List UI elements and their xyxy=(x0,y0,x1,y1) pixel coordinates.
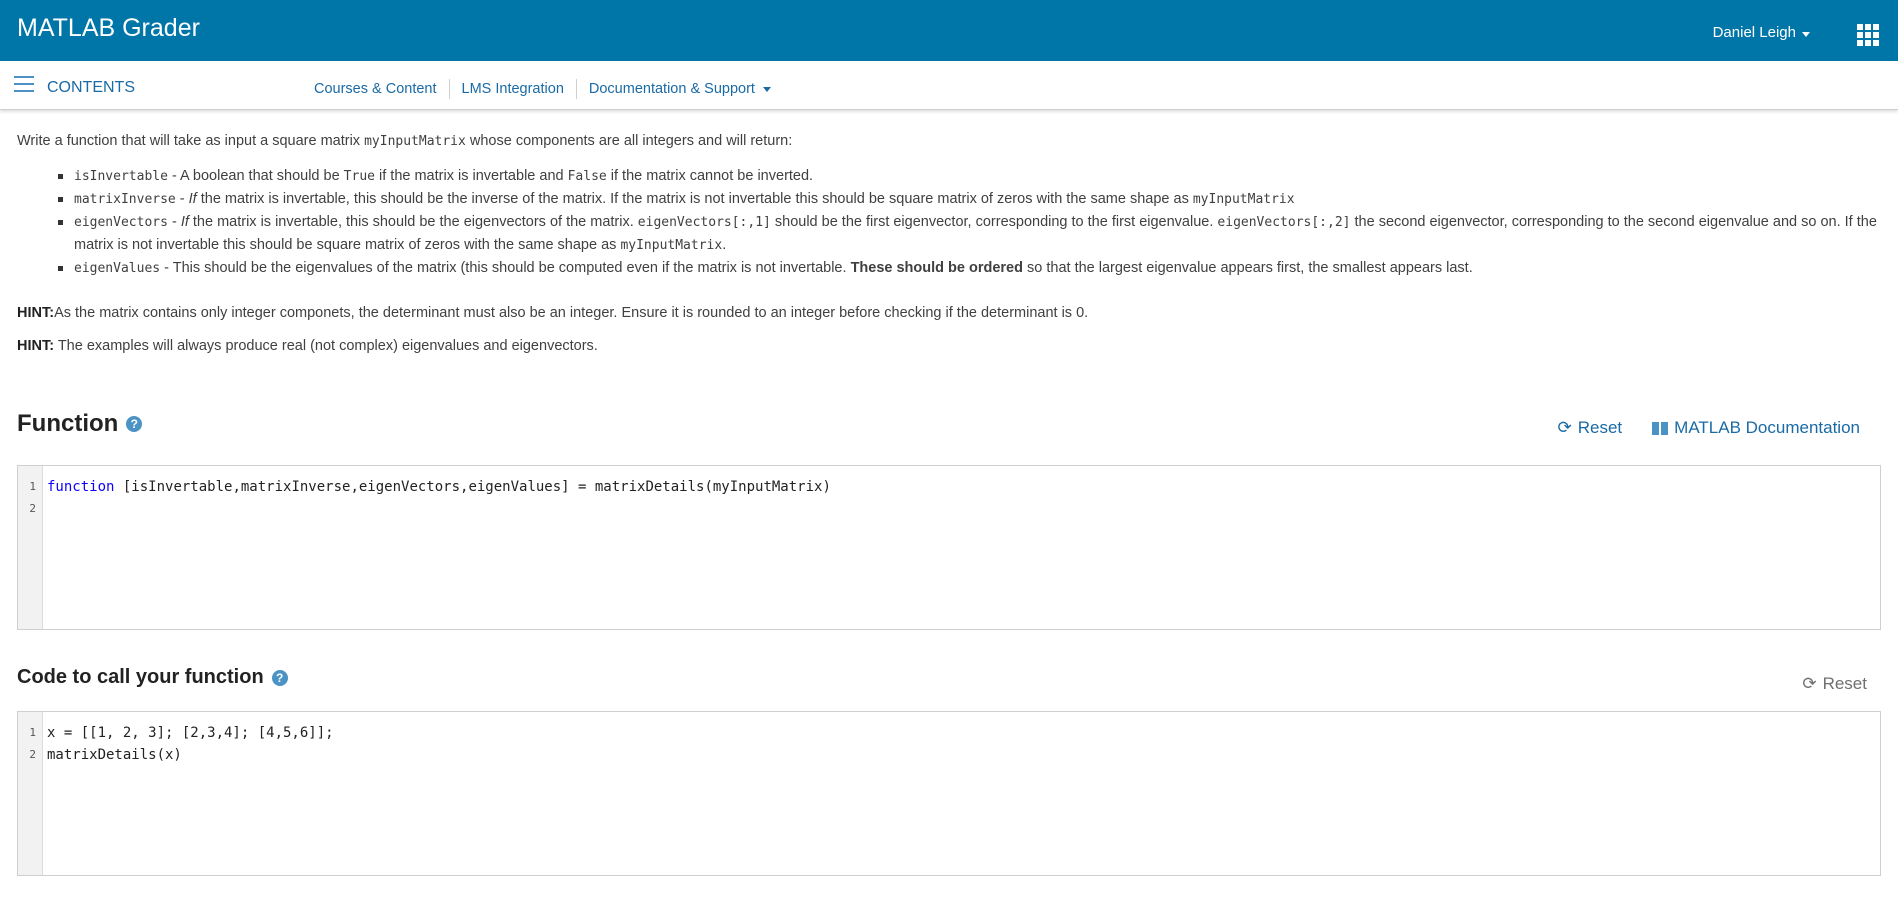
function-actions: ⟳ Reset MATLAB Documentation xyxy=(1558,418,1861,438)
nav-link-courses[interactable]: Courses & Content xyxy=(302,79,450,99)
function-code[interactable]: function [isInvertable,matrixInverse,eig… xyxy=(43,466,831,629)
nav-links: Courses & Content LMS Integration Docume… xyxy=(302,79,783,99)
hint-1: HINT:As the matrix contains only integer… xyxy=(17,305,1089,321)
nav-link-documentation-label[interactable]: Documentation & Support xyxy=(589,79,755,99)
apps-grid-icon[interactable] xyxy=(1857,24,1879,46)
caret-down-icon[interactable] xyxy=(1802,31,1810,37)
problem-content: Write a function that will take as input… xyxy=(0,131,1898,876)
list-item: eigenVectors - If the matrix is invertab… xyxy=(58,211,1881,257)
reset-button[interactable]: ⟳ Reset xyxy=(1802,674,1867,694)
nav-bar: CONTENTS Courses & Content LMS Integrati… xyxy=(0,61,1898,110)
call-section-header: Code to call your function ? ⟳ Reset xyxy=(17,666,1881,706)
list-item: isInvertable - A boolean that should be … xyxy=(58,165,1881,188)
call-title: Code to call your function ? xyxy=(17,666,288,689)
hint-2: HINT: The examples will always produce r… xyxy=(17,338,598,354)
help-icon[interactable]: ? xyxy=(126,416,143,432)
refresh-icon: ⟳ xyxy=(1802,674,1817,693)
nav-link-lms[interactable]: LMS Integration xyxy=(450,79,577,99)
line-numbers: 1 2 xyxy=(18,712,43,875)
call-editor[interactable]: 1 2 x = [[1, 2, 3]; [2,3,4]; [4,5,6]]; m… xyxy=(17,711,1881,876)
top-bar: MATLAB Grader Daniel Leigh xyxy=(0,0,1898,61)
book-icon xyxy=(1652,421,1669,435)
refresh-icon: ⟳ xyxy=(1557,418,1572,437)
matlab-documentation-link[interactable]: MATLAB Documentation xyxy=(1652,418,1860,438)
return-list: isInvertable - A boolean that should be … xyxy=(17,165,1881,280)
app-title[interactable]: MATLAB Grader xyxy=(17,14,200,43)
contents-button[interactable]: CONTENTS xyxy=(47,79,135,97)
list-item: eigenValues - This should be the eigenva… xyxy=(58,257,1881,280)
user-name[interactable]: Daniel Leigh xyxy=(1713,24,1796,41)
line-numbers: 1 2 xyxy=(18,466,43,629)
function-editor[interactable]: 1 2 function [isInvertable,matrixInverse… xyxy=(17,465,1881,630)
nav-link-documentation[interactable]: Documentation & Support xyxy=(577,79,783,99)
user-menu[interactable]: Daniel Leigh xyxy=(1713,24,1810,41)
call-actions: ⟳ Reset xyxy=(1802,674,1867,694)
reset-button[interactable]: ⟳ Reset xyxy=(1558,418,1623,438)
hamburger-menu-icon[interactable] xyxy=(14,76,34,92)
function-section-header: Function ? ⟳ Reset MATLAB Documentation xyxy=(17,410,1881,460)
help-icon[interactable]: ? xyxy=(271,669,288,686)
function-title: Function ? xyxy=(17,410,143,438)
problem-intro: Write a function that will take as input… xyxy=(17,133,793,149)
call-code[interactable]: x = [[1, 2, 3]; [2,3,4]; [4,5,6]]; matri… xyxy=(43,712,334,875)
caret-down-icon[interactable] xyxy=(762,86,771,92)
list-item: matrixInverse - If the matrix is inverta… xyxy=(58,188,1881,211)
